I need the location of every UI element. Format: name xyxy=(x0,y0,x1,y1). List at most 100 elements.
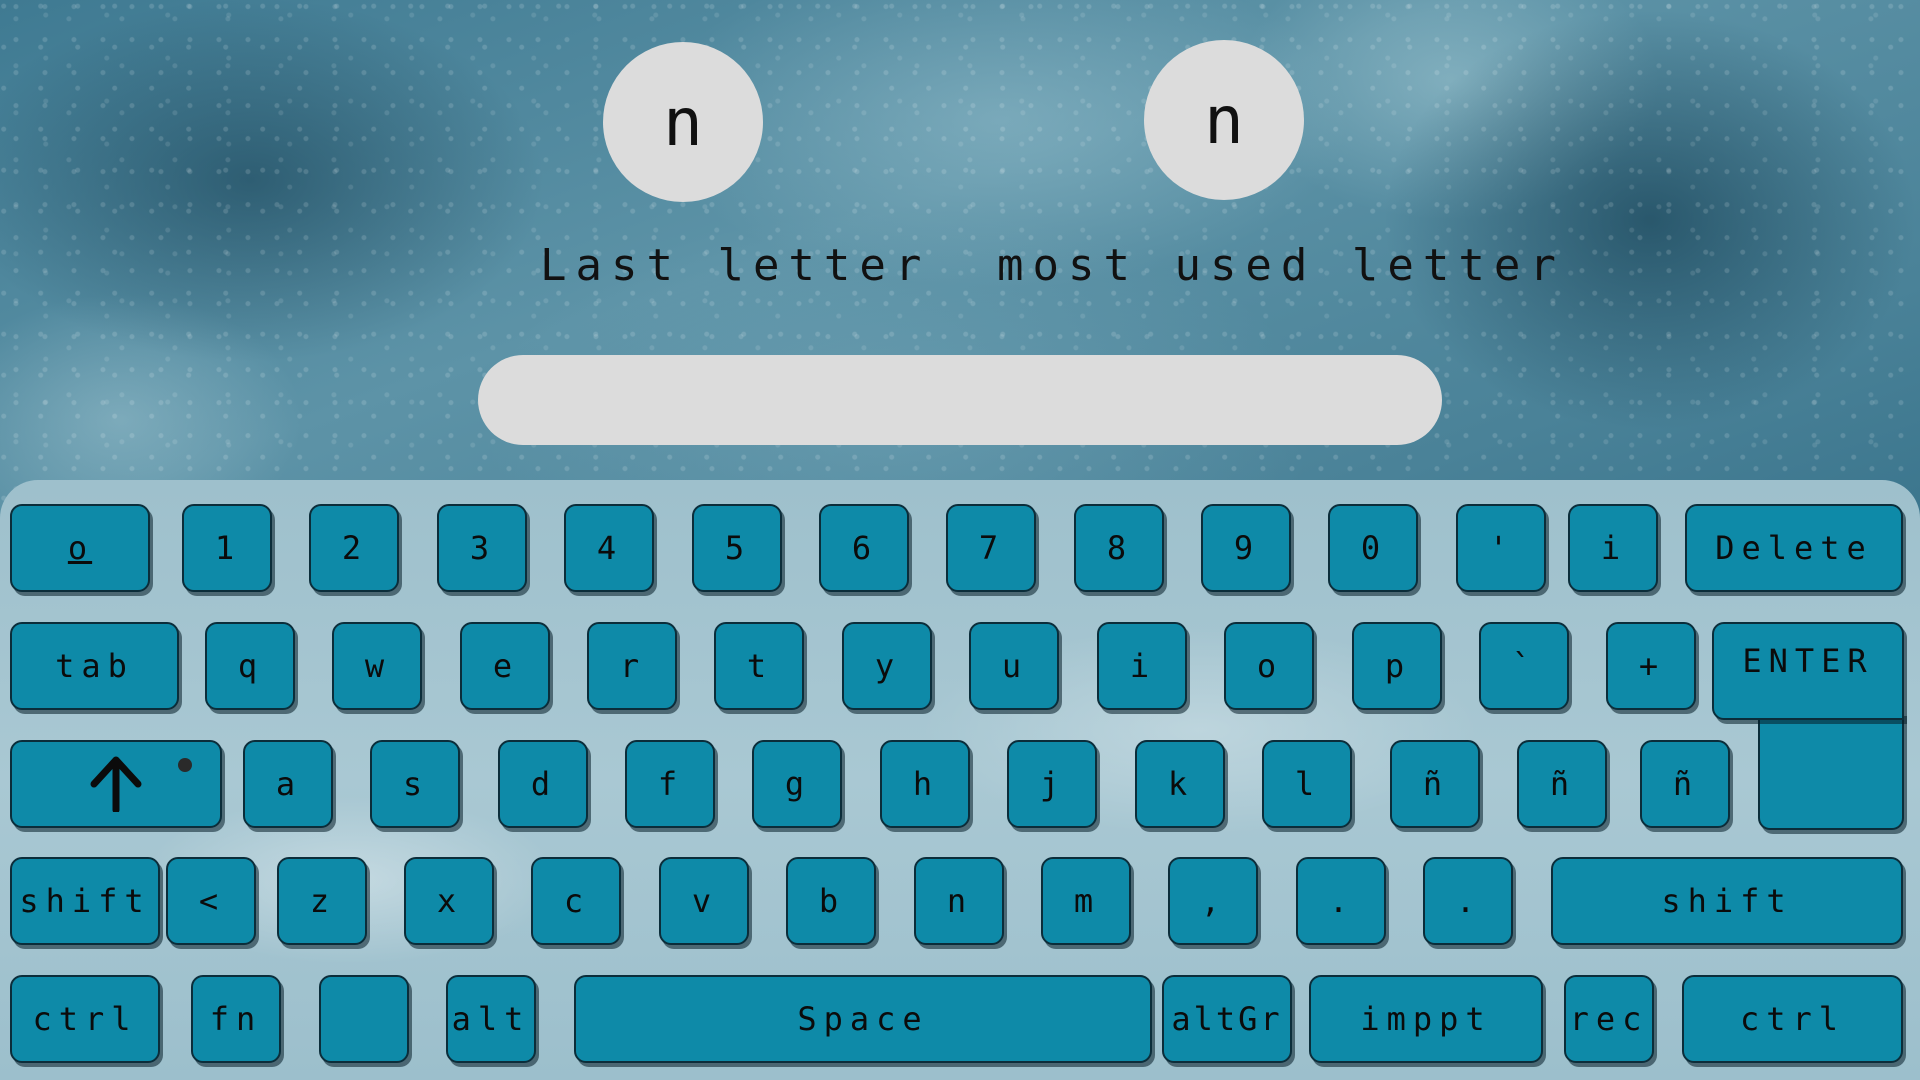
key-label: y xyxy=(874,647,900,685)
key-o[interactable]: o xyxy=(1224,622,1314,710)
key-label: ñ xyxy=(1549,765,1575,803)
key-d[interactable]: d xyxy=(498,740,588,828)
key-grave-accent[interactable]: ` xyxy=(1479,622,1569,710)
key-f[interactable]: f xyxy=(625,740,715,828)
key-label: ' xyxy=(1488,529,1514,567)
key-n-tilde-2[interactable]: ñ xyxy=(1517,740,1607,828)
shift-lock-arrow-icon xyxy=(90,756,142,812)
key-p[interactable]: p xyxy=(1352,622,1442,710)
key-shift-left[interactable]: shift xyxy=(10,857,160,945)
key-6[interactable]: 6 xyxy=(819,504,909,592)
key-8[interactable]: 8 xyxy=(1074,504,1164,592)
key-k[interactable]: k xyxy=(1135,740,1225,828)
key-shift-right[interactable]: shift xyxy=(1551,857,1903,945)
key-label: Space xyxy=(797,1000,929,1038)
key-e[interactable]: e xyxy=(460,622,550,710)
key-label: w xyxy=(364,647,390,685)
key-delete[interactable]: Delete xyxy=(1685,504,1903,592)
key-s[interactable]: s xyxy=(370,740,460,828)
key-fn[interactable]: fn xyxy=(191,975,281,1063)
key-w[interactable]: w xyxy=(332,622,422,710)
key-period-2[interactable]: . xyxy=(1423,857,1513,945)
key-b[interactable]: b xyxy=(786,857,876,945)
key-inverted-exclamation[interactable]: i xyxy=(1568,504,1658,592)
key-label: n xyxy=(946,882,972,920)
key-label: c xyxy=(563,882,589,920)
key-l[interactable]: l xyxy=(1262,740,1352,828)
key-0[interactable]: 0 xyxy=(1328,504,1418,592)
key-enter-lower[interactable] xyxy=(1758,712,1904,830)
key-7[interactable]: 7 xyxy=(946,504,1036,592)
most-used-letter-value: n xyxy=(1204,81,1244,159)
key-2[interactable]: 2 xyxy=(309,504,399,592)
key-label: v xyxy=(691,882,717,920)
key-caps-lock[interactable] xyxy=(10,740,222,828)
key-period-1[interactable]: . xyxy=(1296,857,1386,945)
key-c[interactable]: c xyxy=(531,857,621,945)
key-altgr[interactable]: altGr xyxy=(1162,975,1292,1063)
last-letter-value: n xyxy=(663,83,703,161)
key-label: , xyxy=(1200,882,1226,920)
key-enter[interactable]: ENTER xyxy=(1712,622,1904,720)
key-ctrl-right[interactable]: ctrl xyxy=(1682,975,1903,1063)
key-label: imppt xyxy=(1360,1000,1492,1038)
key-z[interactable]: z xyxy=(277,857,367,945)
key-u[interactable]: u xyxy=(969,622,1059,710)
key-m[interactable]: m xyxy=(1041,857,1131,945)
key-plus[interactable]: + xyxy=(1606,622,1696,710)
key-label: 5 xyxy=(724,529,750,567)
key-comma[interactable]: , xyxy=(1168,857,1258,945)
text-input[interactable] xyxy=(478,355,1442,445)
key-apostrophe[interactable]: ' xyxy=(1456,504,1546,592)
key-9[interactable]: 9 xyxy=(1201,504,1291,592)
key-tab[interactable]: tab xyxy=(10,622,179,710)
key-g[interactable]: g xyxy=(752,740,842,828)
key-i[interactable]: i xyxy=(1097,622,1187,710)
key-y[interactable]: y xyxy=(842,622,932,710)
key-j[interactable]: j xyxy=(1007,740,1097,828)
key-label: u xyxy=(1001,647,1027,685)
key-q[interactable]: q xyxy=(205,622,295,710)
key-v[interactable]: v xyxy=(659,857,749,945)
key-label: 2 xyxy=(341,529,367,567)
key-alt[interactable]: alt xyxy=(446,975,536,1063)
key-r[interactable]: r xyxy=(587,622,677,710)
key-label: q xyxy=(237,647,263,685)
key-label: alt xyxy=(451,1000,531,1038)
key-blank[interactable] xyxy=(319,975,409,1063)
most-used-letter-indicator: n xyxy=(1144,40,1304,200)
key-label: rec xyxy=(1569,1000,1649,1038)
key-label: ctrl xyxy=(32,1000,138,1038)
key-label: 6 xyxy=(851,529,877,567)
key-label: i xyxy=(1129,647,1155,685)
key-label: j xyxy=(1039,765,1065,803)
key-3[interactable]: 3 xyxy=(437,504,527,592)
key-imppt[interactable]: imppt xyxy=(1309,975,1543,1063)
key-ctrl-left[interactable]: ctrl xyxy=(10,975,160,1063)
key-label: e xyxy=(492,647,518,685)
key-n[interactable]: n xyxy=(914,857,1004,945)
key-h[interactable]: h xyxy=(880,740,970,828)
key-label: p xyxy=(1384,647,1410,685)
key-label: 3 xyxy=(469,529,495,567)
key-label: ñ xyxy=(1422,765,1448,803)
key-less-than[interactable]: < xyxy=(166,857,256,945)
key-label: ñ xyxy=(1672,765,1698,803)
key-n-tilde-1[interactable]: ñ xyxy=(1390,740,1480,828)
key-n-tilde-3[interactable]: ñ xyxy=(1640,740,1730,828)
key-t[interactable]: t xyxy=(714,622,804,710)
key-a[interactable]: a xyxy=(243,740,333,828)
key-label: ` xyxy=(1511,647,1537,685)
key-4[interactable]: 4 xyxy=(564,504,654,592)
key-label: t xyxy=(746,647,772,685)
key-label: g xyxy=(784,765,810,803)
key-1[interactable]: 1 xyxy=(182,504,272,592)
key-x[interactable]: x xyxy=(404,857,494,945)
key-label: . xyxy=(1328,882,1354,920)
key-rec[interactable]: rec xyxy=(1564,975,1654,1063)
key-5[interactable]: 5 xyxy=(692,504,782,592)
key-o-underlined[interactable]: o xyxy=(10,504,150,592)
key-label: z xyxy=(309,882,335,920)
key-label: 1 xyxy=(214,529,240,567)
key-space[interactable]: Space xyxy=(574,975,1152,1063)
